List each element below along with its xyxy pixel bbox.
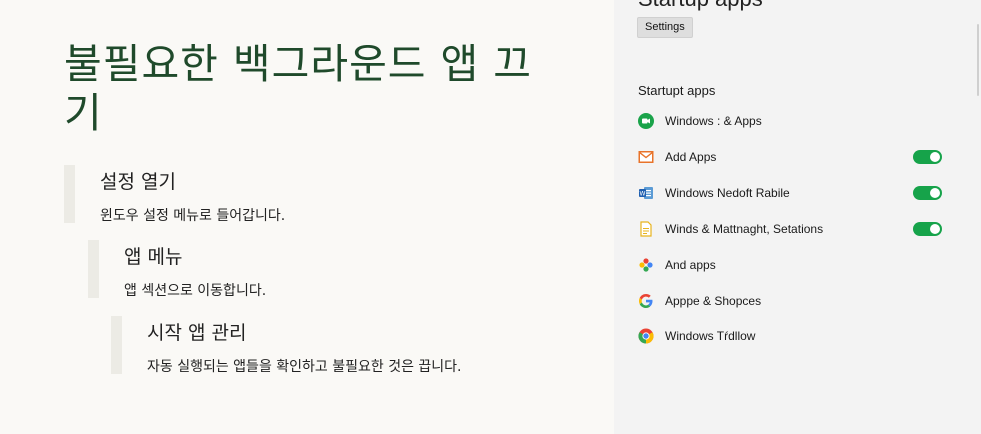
startup-app-row[interactable]: And apps bbox=[638, 254, 948, 278]
mail-icon bbox=[638, 151, 654, 163]
startup-app-row[interactable]: Windows : & Apps bbox=[638, 110, 948, 134]
startup-app-row[interactable]: Winds & Mattnaght, Setations bbox=[638, 218, 948, 242]
app-name: And apps bbox=[665, 258, 716, 272]
app-name: Windows Tŕdllow bbox=[665, 329, 756, 343]
step-description: 자동 실행되는 앱들을 확인하고 불필요한 것은 끕니다. bbox=[147, 359, 462, 375]
step-title: 앱 메뉴 bbox=[124, 246, 183, 268]
step-title: 시작 앱 관리 bbox=[147, 322, 247, 344]
scrollbar[interactable] bbox=[977, 24, 979, 96]
toggle-knob bbox=[930, 152, 940, 162]
app-name: Add Apps bbox=[665, 150, 717, 164]
svg-text:W: W bbox=[640, 191, 646, 198]
app-name: Winds & Mattnaght, Setations bbox=[665, 222, 824, 236]
page: 불필요한 백그라운드 앱 끄기 설정 열기 윈도우 설정 메뉴로 들어갑니다. … bbox=[0, 0, 981, 434]
step-title: 설정 열기 bbox=[100, 171, 176, 193]
step-marker bbox=[88, 240, 99, 298]
panel-title: Startup apps bbox=[638, 0, 763, 12]
step-description: 윈도우 설정 메뉴로 들어갑니다. bbox=[100, 208, 286, 224]
video-call-icon bbox=[638, 113, 654, 129]
startup-app-row[interactable]: W Windows Nedoft Rabile bbox=[638, 182, 948, 206]
startup-app-row[interactable]: Add Apps bbox=[638, 146, 948, 170]
article: 불필요한 백그라운드 앱 끄기 설정 열기 윈도우 설정 메뉴로 들어갑니다. … bbox=[0, 0, 614, 434]
office-icon: W bbox=[639, 187, 653, 199]
app-name: Windows Nedoft Rabile bbox=[665, 186, 790, 200]
step-marker bbox=[64, 165, 75, 223]
app-name: Windows : & Apps bbox=[665, 114, 762, 128]
toggle-knob bbox=[930, 188, 940, 198]
app-name: Apppe & Shopces bbox=[665, 294, 762, 308]
page-title: 불필요한 백그라운드 앱 끄기 bbox=[64, 40, 533, 137]
settings-panel: Startup apps Settings Startupt apps Wind… bbox=[614, 0, 981, 434]
section-title: Startupt apps bbox=[638, 83, 716, 98]
google-icon bbox=[639, 294, 653, 308]
toggle-knob bbox=[930, 224, 940, 234]
startup-toggle[interactable] bbox=[913, 150, 942, 164]
startup-toggle[interactable] bbox=[913, 222, 942, 236]
step-marker bbox=[111, 316, 122, 374]
step-description: 앱 섹션으로 이동합니다. bbox=[124, 283, 267, 299]
startup-app-row[interactable]: Windows Tŕdllow bbox=[638, 325, 948, 349]
notes-icon bbox=[640, 221, 652, 237]
startup-toggle[interactable] bbox=[913, 186, 942, 200]
startup-app-row[interactable]: Apppe & Shopces bbox=[638, 290, 948, 314]
settings-button[interactable]: Settings bbox=[637, 17, 693, 38]
photos-icon bbox=[639, 258, 653, 272]
chrome-icon bbox=[638, 328, 654, 344]
